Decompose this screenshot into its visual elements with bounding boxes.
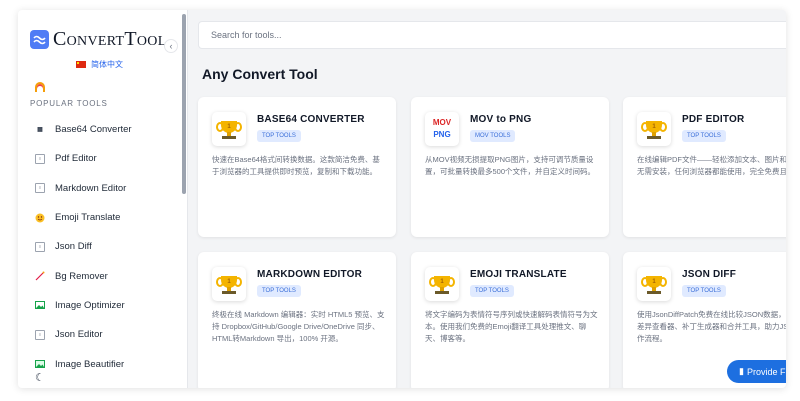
card-description: 使用JsonDiffPatch免费在线比较JSON数据，可视化差异查看器、补丁生… — [637, 310, 786, 343]
card-title: PDF EDITOR — [682, 114, 745, 125]
trophy-icon: 1 — [425, 267, 459, 301]
card-description: 在线编辑PDF文件——轻松添加文本、图片和签名。无需安装，任何浏览器都能使用，完… — [637, 155, 786, 176]
card-title: EMOJI TRANSLATE — [470, 269, 567, 280]
card-title: MARKDOWN EDITOR — [257, 269, 363, 280]
sidebar-item-json-diff[interactable]: ≡ Json Diff — [35, 232, 185, 261]
language-switcher[interactable]: 简体中文 — [76, 59, 123, 70]
sidebar-item-bg-remover[interactable]: Bg Remover — [35, 261, 185, 290]
card-title: JSON DIFF — [682, 269, 737, 280]
sidebar-item-label: Markdown Editor — [55, 182, 127, 194]
sidebar-item-label: Pdf Editor — [55, 153, 97, 165]
sidebar-item-label: Image Optimizer — [55, 299, 125, 311]
dark-mode-toggle-icon[interactable]: ☾ — [35, 371, 45, 384]
image-icon — [35, 300, 45, 310]
rainbow-icon[interactable] — [35, 82, 45, 92]
tool-card[interactable]: MOV PNG MOV to PNG MOV TOOLS 从MOV视频无损提取P… — [411, 97, 609, 237]
sidebar-item-label: Json Diff — [55, 241, 92, 253]
card-description: 从MOV视频无损提取PNG图片，支持可调节质量设置，可批量转换最多500个文件，… — [425, 155, 596, 176]
sidebar-item-json-editor[interactable]: ≡ Json Editor — [35, 320, 185, 349]
chevron-left-icon: ‹ — [169, 41, 173, 51]
logo-text: ConvertTool — [53, 28, 167, 50]
file-icon: ≡ — [35, 183, 45, 194]
card-description: 快速在Base64格式间转换数据。这款简洁免费、基于浏览器的工具提供即时预览，复… — [212, 155, 380, 176]
sidebar-scrollbar[interactable] — [182, 14, 186, 194]
provide-label: Provide F — [746, 366, 786, 377]
app-window: ConvertTool ‹ 简体中文 POPULAR TOOLS ▦ Base6… — [18, 10, 786, 388]
logo-icon — [30, 30, 49, 49]
provide-feedback-button[interactable]: ▮ Provide F — [727, 360, 786, 383]
card-tag: TOP TOOLS — [470, 285, 514, 297]
logo[interactable]: ConvertTool — [30, 28, 167, 51]
page-title: Any Convert Tool — [202, 66, 318, 82]
chat-icon: ▮ — [739, 366, 744, 376]
sidebar-item-image-beautifier[interactable]: Image Beautifier — [35, 349, 185, 378]
sidebar: ConvertTool ‹ 简体中文 POPULAR TOOLS ▦ Base6… — [18, 10, 188, 388]
language-label: 简体中文 — [91, 60, 123, 69]
card-description: 终极在线 Markdown 编辑器：实时 HTML5 预览、支持 Dropbox… — [212, 310, 385, 343]
file-icon: ≡ — [35, 241, 45, 252]
trophy-icon: 1 — [212, 112, 246, 146]
mov-png-icon: MOV PNG — [425, 112, 459, 146]
file-icon: ≡ — [35, 153, 45, 164]
sidebar-item-label: Emoji Translate — [55, 212, 121, 224]
sidebar-item-label: Json Editor — [55, 329, 103, 341]
card-tag: TOP TOOLS — [682, 130, 726, 142]
wand-icon — [35, 271, 45, 281]
tool-card[interactable]: 1 EMOJI TRANSLATE TOP TOOLS 将文字编码为表情符号序列… — [411, 252, 609, 388]
collapse-sidebar-button[interactable]: ‹ — [164, 39, 178, 53]
china-flag-icon — [76, 61, 86, 68]
tool-card[interactable]: 1 BASE64 CONVERTER TOP TOOLS 快速在Base64格式… — [198, 97, 396, 237]
sidebar-item-image-optimizer[interactable]: Image Optimizer — [35, 291, 185, 320]
sidebar-item-label: Base64 Converter — [55, 124, 132, 136]
sidebar-item-pdf-editor[interactable]: ≡ Pdf Editor — [35, 144, 185, 173]
mov-label: MOV — [432, 118, 452, 127]
card-tag: TOP TOOLS — [682, 285, 726, 297]
card-tag: MOV TOOLS — [470, 130, 516, 142]
tool-card[interactable]: 1 MARKDOWN EDITOR TOP TOOLS 终极在线 Markdow… — [198, 252, 396, 388]
emoji-icon — [35, 213, 45, 223]
sidebar-nav: ▦ Base64 Converter ≡ Pdf Editor ≡ Markdo… — [35, 115, 185, 379]
trophy-icon: 1 — [637, 267, 671, 301]
trophy-icon: 1 — [212, 267, 246, 301]
section-title: POPULAR TOOLS — [30, 99, 108, 108]
b64-icon: ▦ — [37, 126, 43, 133]
trophy-icon: 1 — [637, 112, 671, 146]
card-title: BASE64 CONVERTER — [257, 114, 365, 125]
card-tag: TOP TOOLS — [257, 130, 301, 142]
card-title: MOV to PNG — [470, 114, 532, 125]
sidebar-item-label: Bg Remover — [55, 270, 108, 282]
image-icon — [35, 359, 45, 369]
file-icon: ≡ — [35, 329, 45, 340]
card-tag: TOP TOOLS — [257, 285, 301, 297]
tool-card[interactable]: 1 PDF EDITOR TOP TOOLS 在线编辑PDF文件——轻松添加文本… — [623, 97, 786, 237]
sidebar-item-label: Image Beautifier — [55, 358, 125, 370]
card-description: 将文字编码为表情符号序列或快速解码表情符号为文本。使用我们免费的Emoji翻译工… — [425, 310, 598, 343]
sidebar-item-markdown-editor[interactable]: ≡ Markdown Editor — [35, 174, 185, 203]
search-input[interactable] — [198, 21, 786, 49]
sidebar-item-emoji-translate[interactable]: Emoji Translate — [35, 203, 185, 232]
png-label: PNG — [433, 130, 451, 139]
sidebar-item-base64-converter[interactable]: ▦ Base64 Converter — [35, 115, 185, 144]
